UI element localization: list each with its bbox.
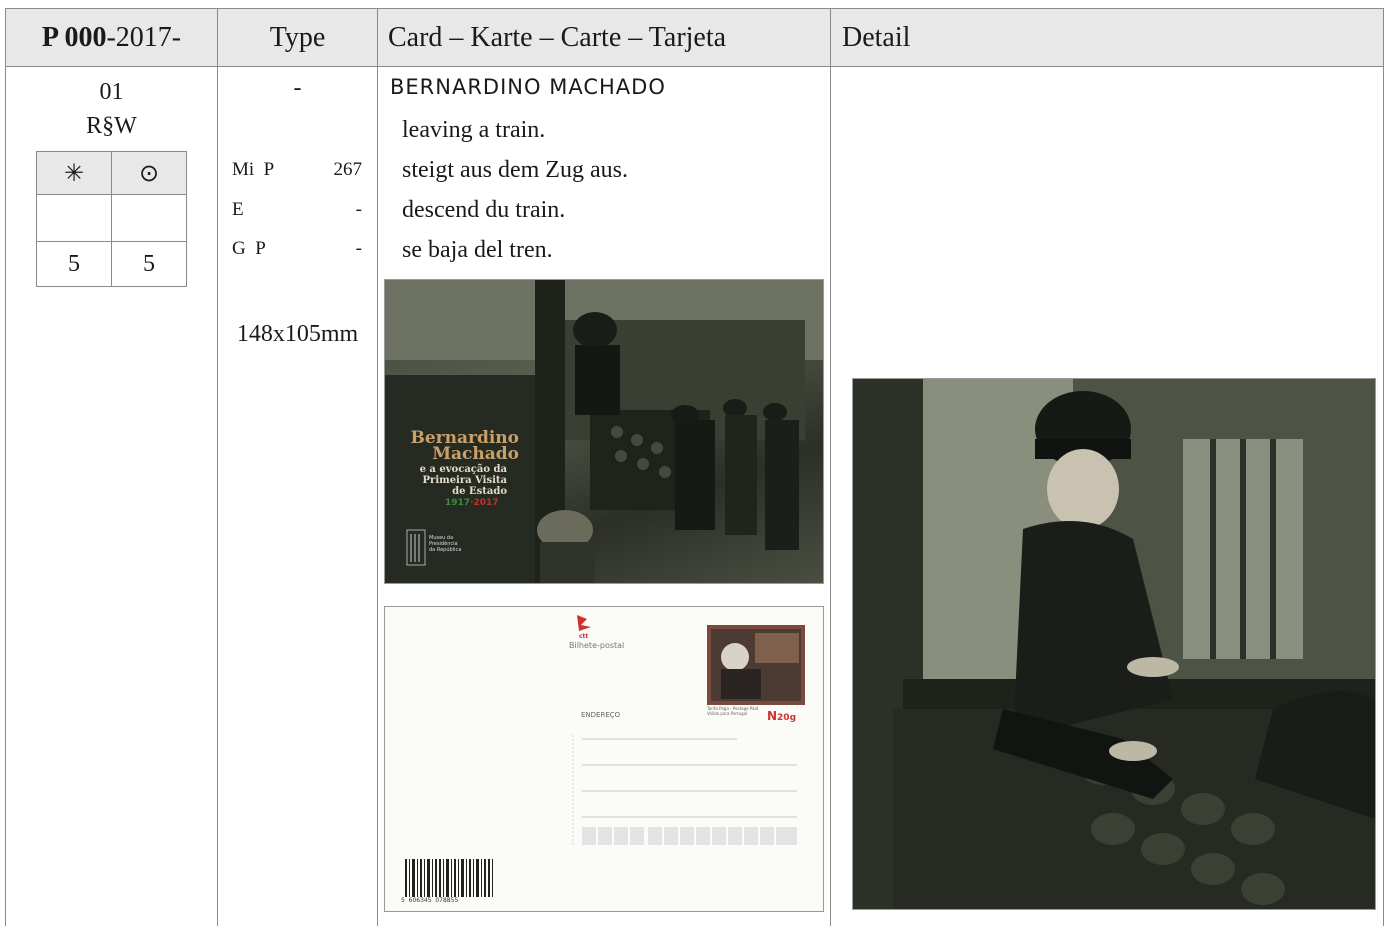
card-back-image: ctt Bilhete-postal ENDEREÇO Tarifa Paga … <box>384 606 824 912</box>
entry-code: R§W <box>86 113 137 139</box>
description-en: leaving a train. <box>402 117 546 143</box>
price-used: 5 <box>111 241 187 287</box>
catalog-ref-gp: G P- <box>232 238 362 259</box>
type-value: - <box>293 75 302 101</box>
description-es: se baja del tren. <box>402 237 553 263</box>
front-card-years: 1917·2017 <box>445 498 499 508</box>
postal-card-label: Bilhete-postal <box>569 641 625 650</box>
address-label: ENDEREÇO <box>581 711 621 719</box>
catalog-ref-michel: Mi P 267 <box>232 159 362 180</box>
description-fr: descend du train. <box>402 197 566 223</box>
postal-card-layout <box>405 615 805 897</box>
header-bottom-border <box>5 66 1384 67</box>
detail-illustration <box>853 379 1375 909</box>
header-catalog-number: P 000 -2017- <box>41 21 182 53</box>
front-card-subtitle: e a evocação da Primeira Visita de Estad… <box>419 464 507 497</box>
col-border-left <box>5 8 6 926</box>
col-border-1 <box>217 8 218 926</box>
card-subject: BERNARDINO MACHADO <box>390 75 666 99</box>
price-mint: 5 <box>36 241 112 287</box>
stamp-value: N20g <box>767 709 797 723</box>
barcode-digits: 5 606345 078855 <box>401 897 459 904</box>
header-card: Card – Karte – Carte – Tarjeta <box>388 21 727 53</box>
card-front-image: Bernardino Machado e a evocação da Prime… <box>384 279 824 584</box>
entry-id: 01 R§W <box>6 75 217 143</box>
ctt-logo: ctt <box>579 633 589 640</box>
col-border-2 <box>377 8 378 926</box>
description-de: steigt aus dem Zug aus. <box>402 157 628 183</box>
catalog-ref-e: E- <box>232 199 362 220</box>
card-size: 148x105mm <box>236 321 359 347</box>
price-table: ✳ ⊙ 5 5 <box>36 151 187 287</box>
col-border-right <box>1383 8 1384 926</box>
museum-logo-text: Museu da Presidência da República <box>429 535 462 553</box>
price-cell-empty <box>36 194 112 242</box>
stamp-caption: Tarifa Paga - Postage Paid Válido para P… <box>707 706 759 716</box>
front-card-title: Bernardino Machado <box>410 428 519 464</box>
header-type: Type <box>269 21 326 53</box>
col-border-3 <box>830 8 831 926</box>
header-detail: Detail <box>842 21 911 53</box>
used-icon: ⊙ <box>111 151 187 195</box>
mint-icon: ✳ <box>36 151 112 195</box>
price-cell-empty <box>111 194 187 242</box>
entry-number: 01 <box>99 79 124 105</box>
detail-image <box>852 378 1376 910</box>
